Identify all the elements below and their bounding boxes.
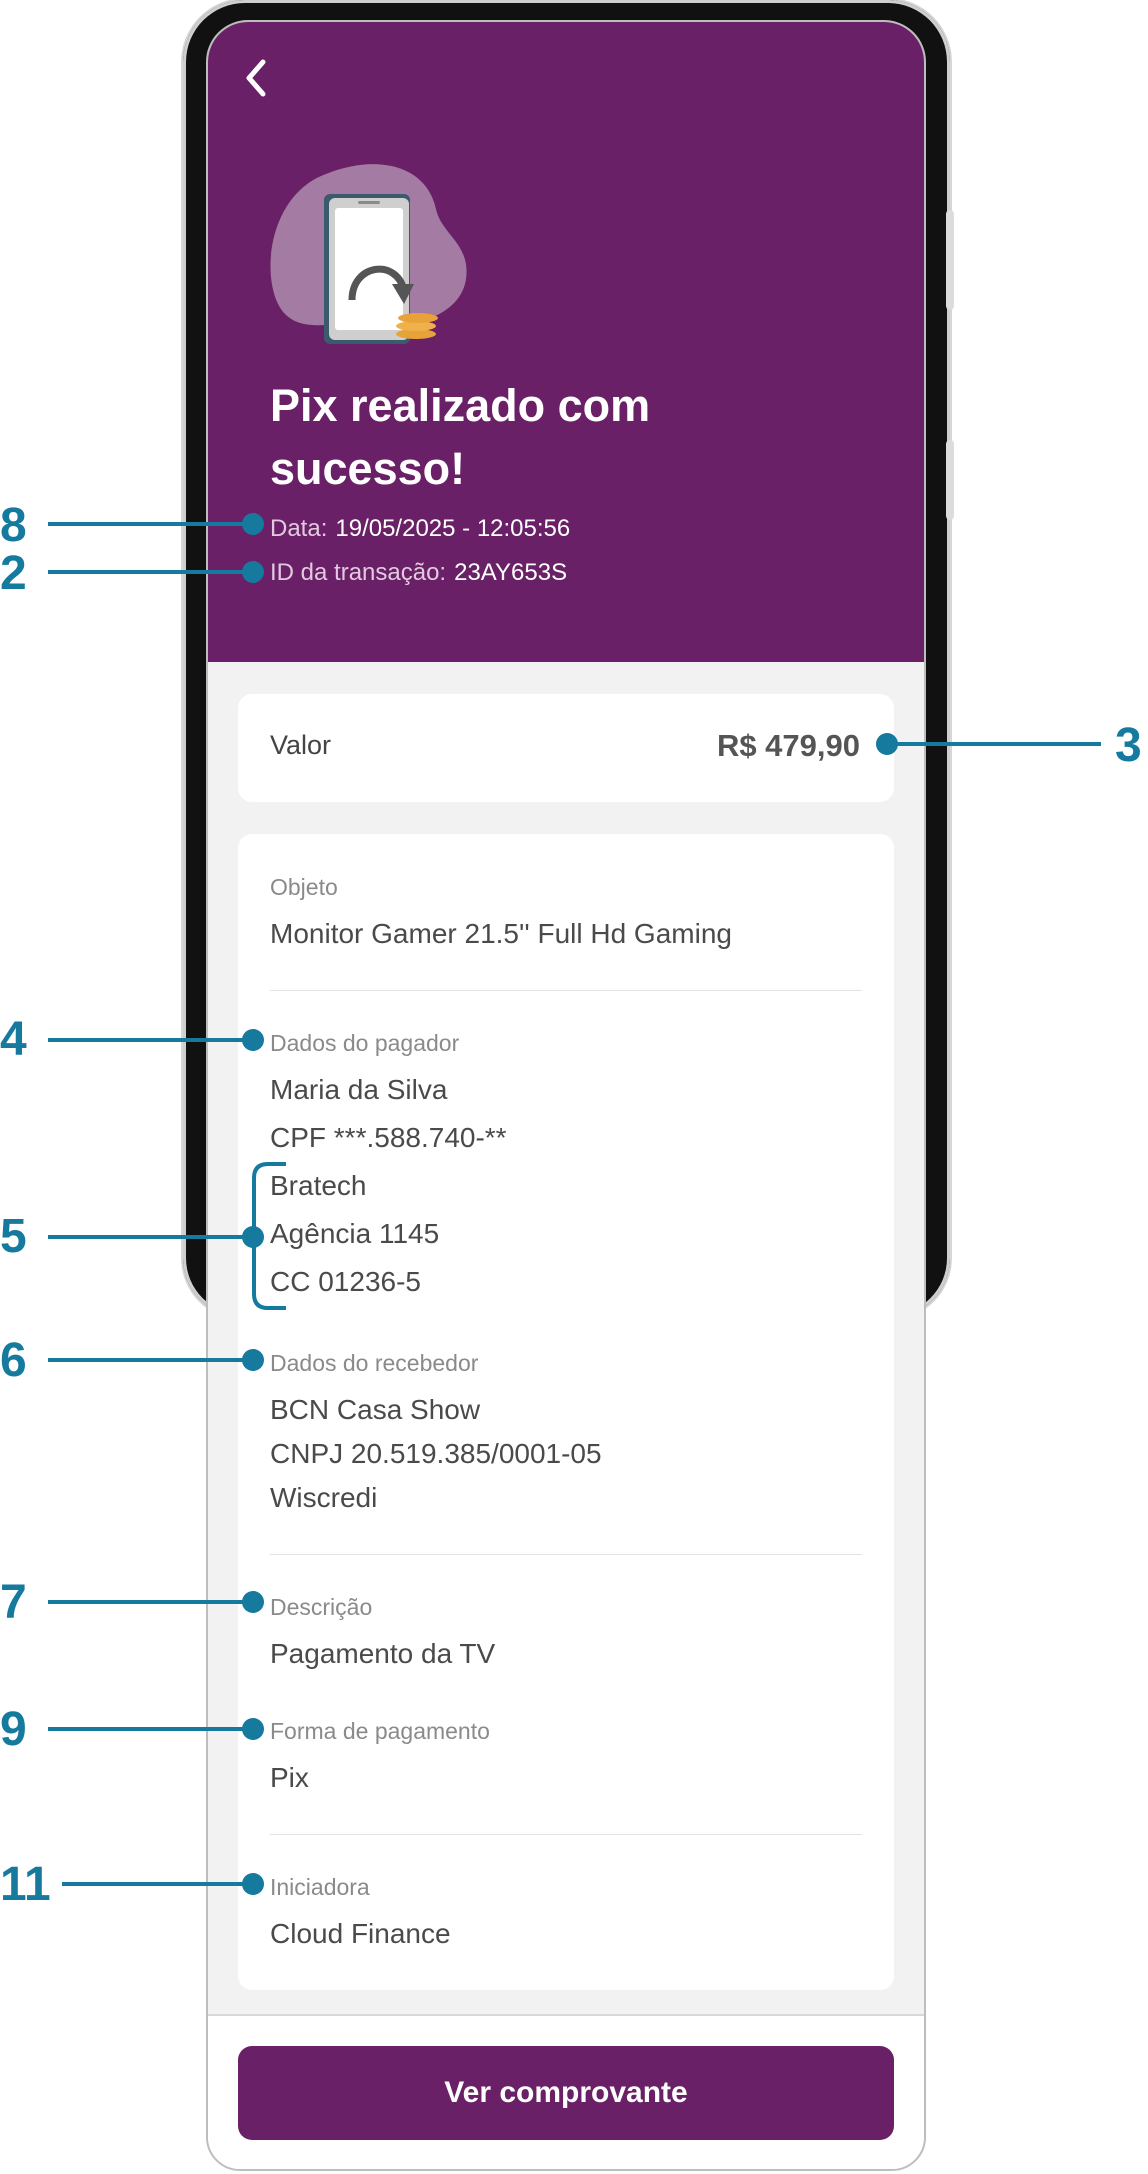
chevron-left-icon [246,59,266,97]
divider [270,1554,862,1555]
annotation-line [886,742,1101,746]
annotation-line [48,1038,252,1042]
receiver-name: BCN Casa Show [270,1394,481,1425]
annotation-number: 5 [0,1210,27,1263]
annotation-number: 6 [0,1334,27,1387]
receiver-label: Dados do recebedor [270,1350,479,1376]
annotation-bracket [252,1162,286,1310]
id-label: ID da transação: [270,559,447,586]
description-value: Pagamento da TV [270,1638,496,1669]
phone-screen: Pix realizado com sucesso! Data: 19/05/20… [206,20,926,2171]
divider [270,990,862,991]
phone-side-button [946,440,954,520]
view-receipt-button[interactable]: Ver comprovante [238,2046,894,2140]
page-title: Pix realizado com sucesso! [270,380,651,494]
payer-label: Dados do pagador [270,1030,460,1056]
annotation-number: 4 [0,1013,27,1066]
annotation-line [48,1358,252,1362]
amount-label: Valor [270,730,332,760]
date-label: Data: [270,515,328,542]
date-value: 19/05/2025 - 12:05:56 [335,515,571,542]
success-header: Pix realizado com sucesso! Data: 19/05/20… [208,22,924,662]
description-label: Descrição [270,1594,373,1620]
annotation-line [62,1882,252,1886]
payment-method-value: Pix [270,1762,309,1793]
annotation-dot [242,1873,264,1895]
receiver-cnpj: CNPJ 20.519.385/0001-05 [270,1438,602,1469]
annotation-line [48,1600,252,1604]
payer-account: CC 01236-5 [270,1266,421,1297]
annotation-number: 8 [0,499,27,552]
initiator-label: Iniciadora [270,1874,370,1900]
object-value: Monitor Gamer 21.5'' Full Hd Gaming [270,918,732,949]
object-label: Objeto [270,874,338,900]
payer-agency: Agência 1145 [270,1218,440,1249]
payer-name: Maria da Silva [270,1074,448,1105]
details-card: Objeto Monitor Gamer 21.5'' Full Hd Gami… [238,834,894,1990]
annotation-dot [242,1349,264,1371]
footer-bar: Ver comprovante [208,2014,924,2169]
annotation-dot [242,561,264,583]
annotation-dot [242,1029,264,1051]
annotation-number: 11 [0,1858,51,1911]
annotation-dot [242,1718,264,1740]
transaction-date: Data: 19/05/2025 - 12:05:56 [270,515,570,543]
annotation-number: 2 [0,547,27,600]
payment-method-label: Forma de pagamento [270,1718,490,1744]
annotation-number: 9 [0,1703,27,1756]
phone-transfer-illustration [270,164,467,344]
back-button[interactable] [234,56,278,100]
annotation-dot [242,1591,264,1613]
id-value: 23AY653S [454,559,568,586]
divider [270,1834,862,1835]
annotation-dot [876,733,898,755]
annotation-line [48,1235,252,1239]
phone-side-button [946,210,954,310]
annotation-line [48,1727,252,1731]
payer-cpf: CPF ***.588.740-** [270,1122,507,1153]
transaction-id: ID da transação: 23AY653S [270,559,567,587]
initiator-value: Cloud Finance [270,1918,451,1949]
receiver-bank: Wiscredi [270,1482,378,1513]
annotation-line [48,570,252,574]
annotation-line [48,522,252,526]
amount-card: Valor R$ 479,90 [238,694,894,802]
annotation-dot [242,513,264,535]
amount-value: R$ 479,90 [716,728,860,763]
annotation-number: 7 [0,1576,27,1629]
annotation-number: 3 [1115,719,1142,772]
